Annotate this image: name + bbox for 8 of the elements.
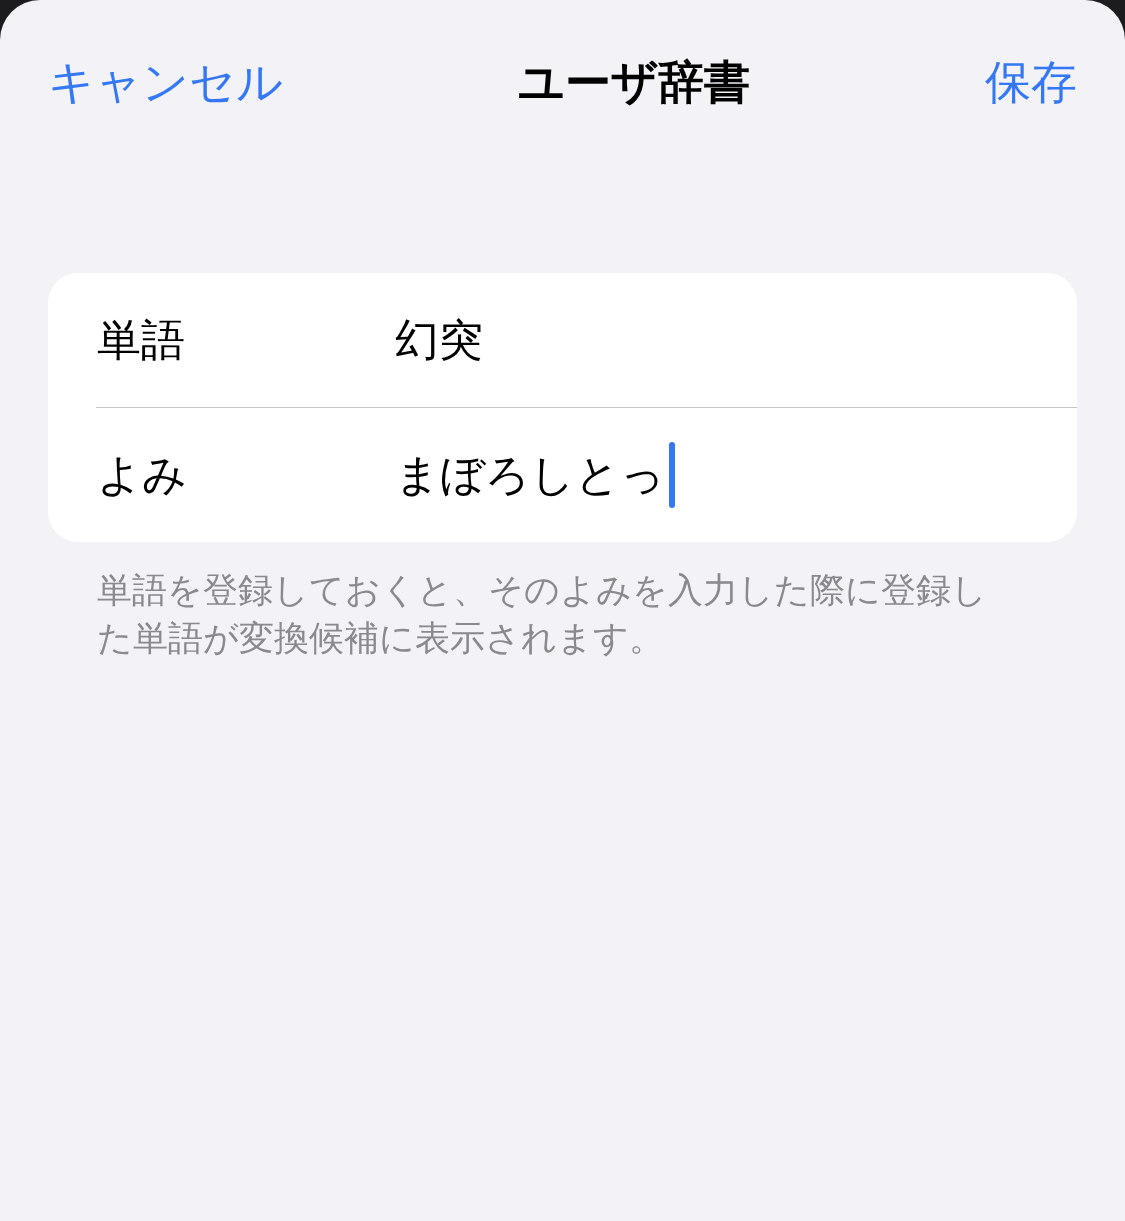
window-title: ユーザ辞書	[518, 54, 750, 111]
field-label: よみ	[97, 447, 188, 502]
footer-note: 単語を登録しておくと、そのよみを入力した際に登録した単語が変換候補に表示されます。	[97, 569, 988, 660]
save-button[interactable]: 保存	[985, 52, 1077, 114]
input-field[interactable]: まぼろしとっ	[395, 440, 1077, 510]
cancel-button[interactable]: キャンセル	[48, 52, 283, 114]
field-label: 単語	[97, 312, 186, 367]
input-field[interactable]: 幻突	[395, 305, 1077, 375]
